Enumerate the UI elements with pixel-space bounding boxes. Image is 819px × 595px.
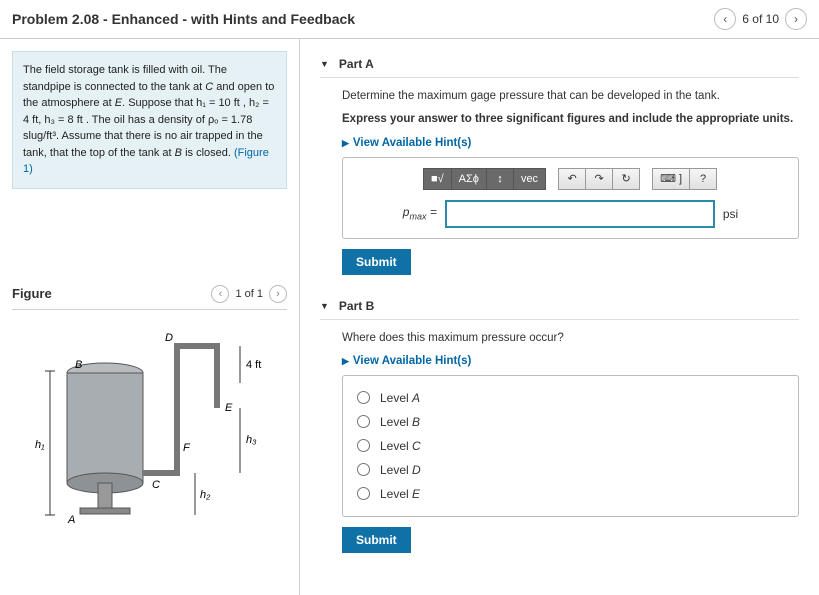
opt-var: B — [412, 415, 420, 429]
label-B: B — [75, 359, 82, 371]
next-problem-button[interactable]: › — [785, 8, 807, 30]
part-a: ▼ Part A Determine the maximum gage pres… — [320, 51, 799, 275]
figure-header: Figure ‹ 1 of 1 › — [12, 279, 287, 309]
problem-nav: ‹ 6 of 10 › — [714, 8, 807, 30]
left-panel: The field storage tank is filled with oi… — [0, 39, 300, 595]
submit-button-b[interactable]: Submit — [342, 527, 411, 553]
right-panel: ▼ Part A Determine the maximum gage pres… — [300, 39, 819, 595]
opt-var: D — [412, 463, 421, 477]
part-a-body: Determine the maximum gage pressure that… — [320, 78, 799, 275]
label-D: D — [165, 332, 173, 344]
equation-toolbar: ■√ ΑΣϕ ↕ vec ↶ ↷ ↻ ⌨ ] ? — [353, 168, 788, 190]
label-h3: h₃ — [246, 434, 257, 446]
label-E: E — [225, 402, 233, 414]
answer-variable: pmax = — [403, 205, 437, 221]
templates-button[interactable]: ■√ — [423, 168, 452, 190]
radio-c[interactable] — [357, 439, 370, 452]
part-a-title: Part A — [339, 57, 374, 71]
label-F: F — [183, 442, 191, 454]
next-figure-button[interactable]: › — [269, 285, 287, 303]
part-b-header[interactable]: ▼ Part B — [320, 293, 799, 320]
collapse-icon: ▼ — [320, 59, 329, 69]
part-a-instruction: Express your answer to three significant… — [342, 111, 799, 128]
option-e[interactable]: Level E — [357, 482, 784, 506]
option-a[interactable]: Level A — [357, 386, 784, 410]
opt-label: Level — [380, 487, 412, 501]
opt-var: A — [412, 391, 420, 405]
part-a-header[interactable]: ▼ Part A — [320, 51, 799, 78]
submit-button-a[interactable]: Submit — [342, 249, 411, 275]
problem-position: 6 of 10 — [742, 12, 779, 26]
redo-button[interactable]: ↷ — [585, 168, 613, 190]
problem-text: is closed. — [182, 147, 234, 159]
figure-nav: ‹ 1 of 1 › — [211, 285, 287, 303]
option-b[interactable]: Level B — [357, 410, 784, 434]
radio-e[interactable] — [357, 487, 370, 500]
label-h2: h₂ — [200, 489, 211, 501]
part-b-body: Where does this maximum pressure occur? … — [320, 320, 799, 553]
hint-label: View Available Hint(s) — [353, 137, 471, 149]
sub-max: max — [409, 212, 426, 222]
radio-b[interactable] — [357, 415, 370, 428]
symbols-button[interactable]: ΑΣϕ — [451, 168, 487, 190]
figure-title: Figure — [12, 286, 52, 301]
problem-text: The field storage tank is filled with oi… — [23, 64, 227, 93]
hint-label: View Available Hint(s) — [353, 355, 471, 367]
page-header: Problem 2.08 - Enhanced - with Hints and… — [0, 0, 819, 39]
label-C: C — [152, 479, 160, 491]
prev-figure-button[interactable]: ‹ — [211, 285, 229, 303]
scripts-button[interactable]: ↕ — [486, 168, 514, 190]
part-b-prompt: Where does this maximum pressure occur? — [342, 330, 799, 347]
equals: = — [427, 205, 437, 219]
label-4ft: 4 ft — [246, 359, 261, 371]
answer-input[interactable] — [445, 200, 715, 228]
opt-label: Level — [380, 415, 412, 429]
main-content: The field storage tank is filled with oi… — [0, 39, 819, 595]
part-a-hints[interactable]: ▶ View Available Hint(s) — [342, 137, 799, 149]
answer-box: ■√ ΑΣϕ ↕ vec ↶ ↷ ↻ ⌨ ] ? pmax = psi — [342, 157, 799, 239]
undo-button[interactable]: ↶ — [558, 168, 586, 190]
part-b-hints[interactable]: ▶ View Available Hint(s) — [342, 355, 799, 367]
radio-a[interactable] — [357, 391, 370, 404]
prev-problem-button[interactable]: ‹ — [714, 8, 736, 30]
option-d[interactable]: Level D — [357, 458, 784, 482]
expand-icon: ▶ — [342, 138, 349, 148]
problem-statement: The field storage tank is filled with oi… — [12, 51, 287, 189]
radio-d[interactable] — [357, 463, 370, 476]
tank-diagram: h₁ 4 ft h₃ h₂ A B C D E F — [20, 323, 280, 533]
opt-label: Level — [380, 391, 412, 405]
part-b-title: Part B — [339, 299, 374, 313]
expand-icon: ▶ — [342, 356, 349, 366]
var-c: C — [205, 81, 213, 93]
var-b: B — [175, 147, 182, 159]
answer-unit: psi — [723, 207, 738, 221]
collapse-icon: ▼ — [320, 301, 329, 311]
problem-title: Problem 2.08 - Enhanced - with Hints and… — [12, 11, 355, 27]
label-h1: h₁ — [35, 439, 45, 451]
opt-var: E — [412, 487, 420, 501]
opt-label: Level — [380, 439, 412, 453]
problem-text: The oil has a density of — [89, 114, 208, 126]
keyboard-button[interactable]: ⌨ ] — [652, 168, 690, 190]
opt-label: Level — [380, 463, 412, 477]
reset-button[interactable]: ↻ — [612, 168, 640, 190]
problem-text: . Suppose that — [122, 97, 196, 109]
part-a-prompt: Determine the maximum gage pressure that… — [342, 88, 799, 105]
help-button[interactable]: ? — [689, 168, 717, 190]
figure-image: h₁ 4 ft h₃ h₂ A B C D E F — [12, 309, 287, 539]
figure-position: 1 of 1 — [235, 288, 263, 300]
part-b: ▼ Part B Where does this maximum pressur… — [320, 293, 799, 553]
var-e: E — [115, 97, 122, 109]
opt-var: C — [412, 439, 421, 453]
answer-row: pmax = psi — [353, 200, 788, 228]
option-c[interactable]: Level C — [357, 434, 784, 458]
vector-button[interactable]: vec — [513, 168, 546, 190]
label-A: A — [67, 514, 75, 526]
options-box: Level A Level B Level C Level D Level E — [342, 375, 799, 517]
